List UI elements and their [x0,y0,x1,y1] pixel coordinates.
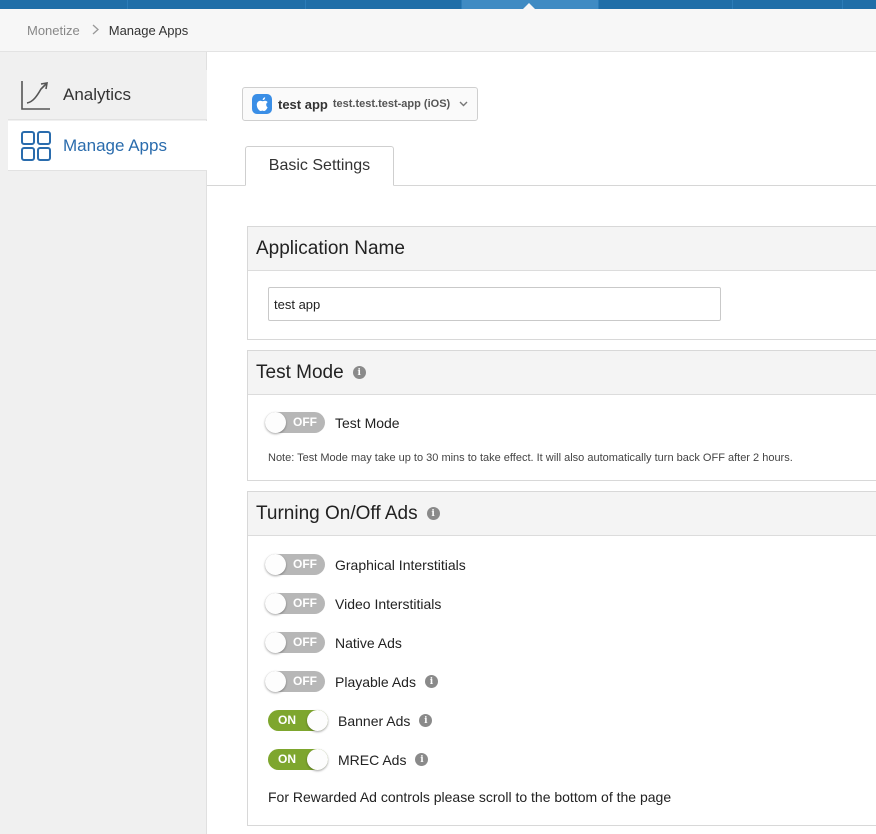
playable-ads-toggle[interactable]: OFF [265,671,325,692]
toggle-knob [307,749,328,770]
toggle-knob [265,593,286,614]
application-name-panel: Application Name [247,226,876,340]
chevron-right-icon [92,23,99,38]
top-nav-tab[interactable] [599,0,733,9]
banner-ads-toggle[interactable]: ON [268,710,328,731]
toggle-state: ON [278,713,296,727]
sidebar-item-label: Manage Apps [63,135,167,155]
toggle-label: Test Mode [335,414,400,431]
toggle-state: OFF [293,674,317,688]
toggle-state: OFF [293,635,317,649]
toggle-label: MREC Ads [338,751,407,768]
toggle-knob [265,554,286,575]
ad-toggle-row-mrec-ads: ON MREC Ads i [265,749,429,770]
ad-toggle-row-native-ads: OFF Native Ads [265,632,402,653]
video-interstitials-toggle[interactable]: OFF [265,593,325,614]
mrec-ads-toggle[interactable]: ON [268,749,328,770]
top-nav-tab[interactable] [733,0,843,9]
rewarded-ads-note: For Rewarded Ad controls please scroll t… [268,789,672,805]
top-nav-tab[interactable] [0,0,128,9]
sidebar-item-analytics[interactable]: Analytics [8,70,207,120]
breadcrumb-manage-apps: Manage Apps [108,22,189,38]
panel-heading: Turning On/Off Ads i [248,492,876,536]
app-bundle-id: test.test.test-app (iOS) [332,98,451,110]
toggle-label: Banner Ads [338,712,411,729]
toggle-state: OFF [293,415,317,429]
ad-toggle-row-graphical-interstitials: OFF Graphical Interstitials [265,554,466,575]
test-mode-panel: Test Mode i OFF Test Mode Note: Test Mod… [247,350,876,481]
graphical-interstitials-toggle[interactable]: OFF [265,554,325,575]
toggle-state: ON [278,752,296,766]
ads-panel: Turning On/Off Ads i OFF Graphical Inter… [247,491,876,826]
ad-toggle-row-banner-ads: ON Banner Ads i [265,710,433,731]
toggle-knob [307,710,328,731]
test-mode-note: Note: Test Mode may take up to 30 mins t… [268,452,793,464]
toggle-label: Playable Ads [335,673,416,690]
top-nav-bar [0,0,876,9]
toggle-knob [265,671,286,692]
top-nav-tab[interactable] [306,0,462,9]
ad-toggle-row-playable-ads: OFF Playable Ads i [265,671,438,692]
panel-title: Application Name [256,237,405,259]
info-icon[interactable]: i [424,675,438,688]
grid-icon [19,129,53,163]
apple-icon [252,94,272,114]
toggle-knob [265,412,286,433]
toggle-label: Graphical Interstitials [335,556,466,573]
info-icon[interactable]: i [352,366,366,379]
toggle-state: OFF [293,596,317,610]
native-ads-toggle[interactable]: OFF [265,632,325,653]
sidebar-item-manage-apps[interactable]: Manage Apps [8,121,207,171]
application-name-input[interactable] [268,287,721,321]
chevron-down-icon [459,99,468,110]
sidebar-item-label: Analytics [63,84,132,104]
toggle-label: Native Ads [335,634,402,651]
breadcrumb: Monetize Manage Apps [0,9,876,52]
toggle-state: OFF [293,557,317,571]
panel-heading: Test Mode i [248,351,876,395]
toggle-knob [265,632,286,653]
test-mode-row: OFF Test Mode [265,412,400,433]
test-mode-toggle[interactable]: OFF [265,412,325,433]
info-icon[interactable]: i [426,507,440,520]
app-selector-dropdown[interactable]: test app test.test.test-app (iOS) [242,87,478,121]
panel-title: Test Mode [256,361,344,383]
breadcrumb-monetize[interactable]: Monetize [27,23,80,38]
toggle-label: Video Interstitials [335,595,442,612]
info-icon[interactable]: i [419,714,433,727]
tab-basic-settings[interactable]: Basic Settings [245,146,394,186]
app-name: test app [278,96,328,112]
panel-heading: Application Name [248,227,876,271]
panel-title: Turning On/Off Ads [256,502,418,524]
ad-toggle-row-video-interstitials: OFF Video Interstitials [265,593,441,614]
info-icon[interactable]: i [415,753,429,766]
analytics-chart-icon [19,78,53,112]
top-nav-tab[interactable] [128,0,306,9]
